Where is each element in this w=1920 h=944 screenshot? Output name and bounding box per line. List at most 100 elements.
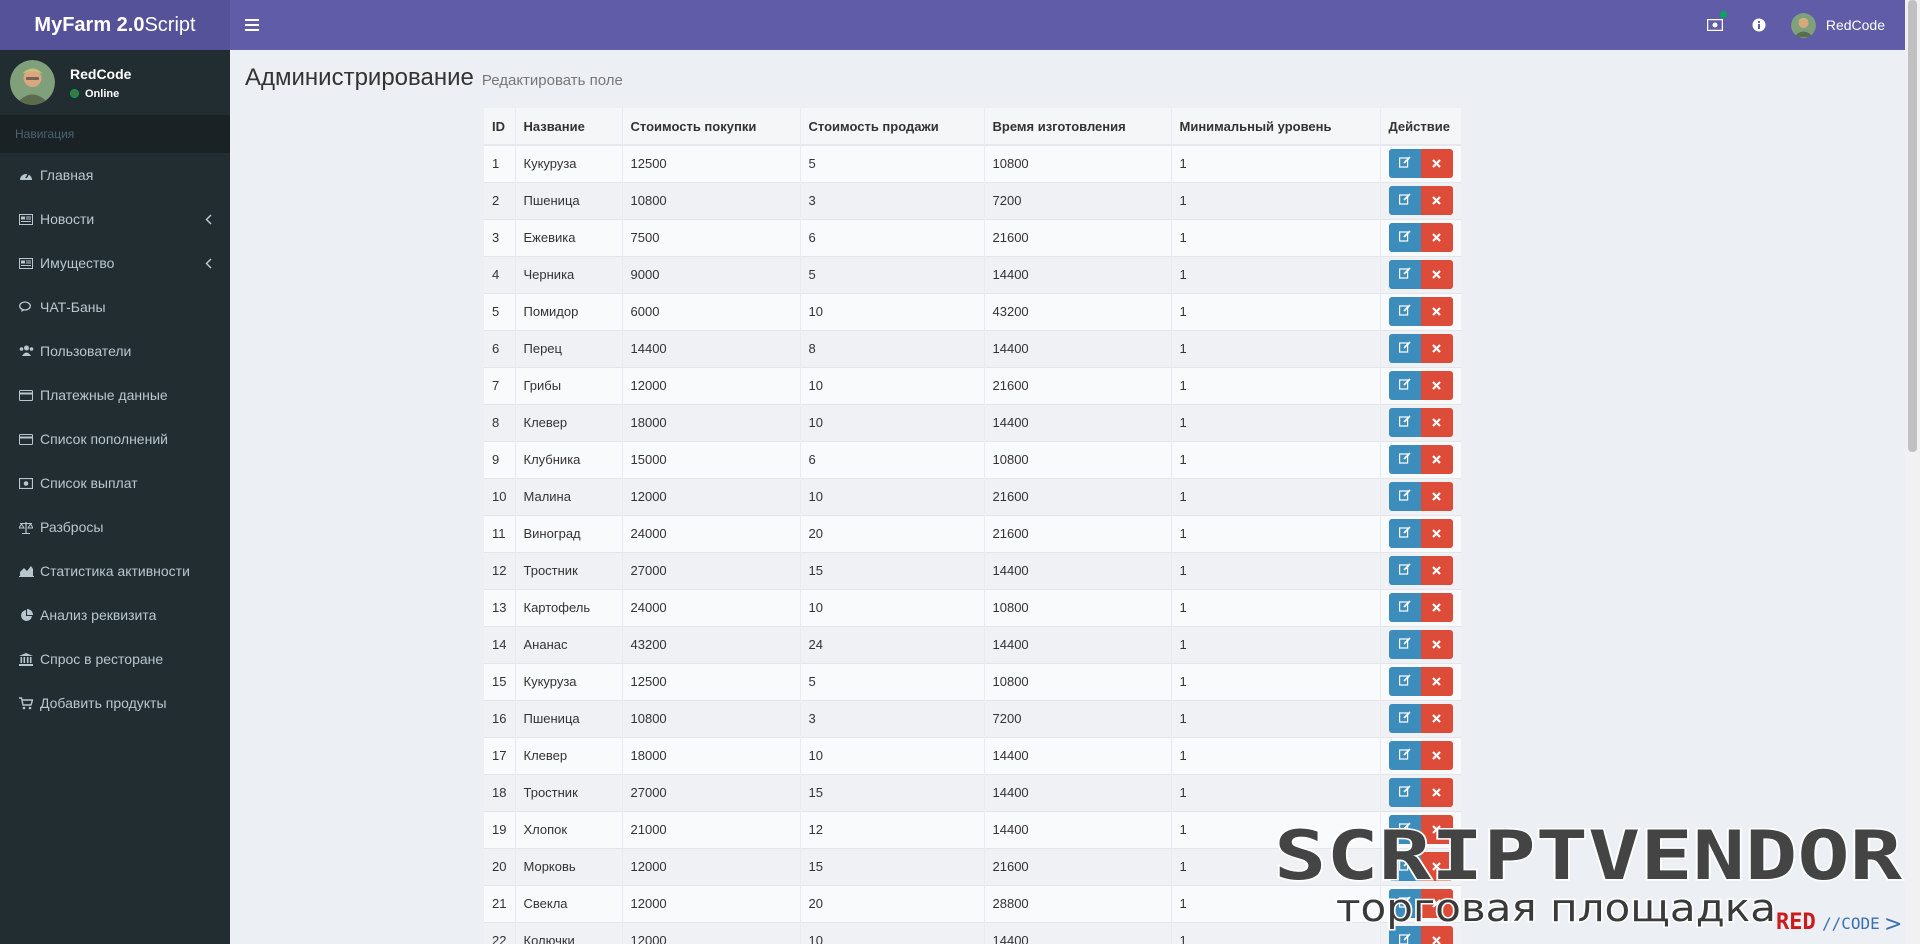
edit-button[interactable] <box>1388 815 1421 844</box>
delete-button[interactable] <box>1420 778 1453 807</box>
row-actions <box>1388 778 1453 807</box>
table-cell: 1 <box>1170 847 1380 885</box>
table-cell: 1 <box>1170 440 1380 478</box>
newspaper-icon <box>18 255 34 271</box>
table-cell: 10800 <box>983 440 1171 478</box>
delete-button[interactable] <box>1420 482 1453 511</box>
logo[interactable]: MyFarm 2.0 Script <box>0 0 230 50</box>
info-button[interactable] <box>1737 0 1781 50</box>
table-cell: 1 <box>1170 255 1380 293</box>
column-header-2: Стоимость покупки <box>621 108 800 146</box>
sidebar-item-5[interactable]: Платежные данные <box>0 373 230 417</box>
edit-button[interactable] <box>1388 630 1421 659</box>
sidebar-toggle-button[interactable] <box>230 0 274 50</box>
table-cell: Свекла <box>514 884 622 922</box>
close-icon <box>1432 378 1441 393</box>
edit-button[interactable] <box>1388 445 1421 474</box>
delete-button[interactable] <box>1420 408 1453 437</box>
scroll-thumb[interactable] <box>1908 0 1917 452</box>
money-notification-button[interactable] <box>1693 0 1737 50</box>
sidebar-item-2[interactable]: Имущество <box>0 241 230 285</box>
action-cell <box>1379 884 1461 922</box>
delete-button[interactable] <box>1420 149 1453 179</box>
sidebar-user-name: RedCode <box>70 65 132 82</box>
edit-button[interactable] <box>1388 778 1421 807</box>
delete-button[interactable] <box>1420 630 1453 659</box>
delete-button[interactable] <box>1420 815 1453 844</box>
table-cell: 10 <box>799 477 984 515</box>
sidebar-item-10[interactable]: Анализ реквизита <box>0 593 230 637</box>
row-actions <box>1388 297 1453 326</box>
delete-button[interactable] <box>1420 704 1453 733</box>
delete-button[interactable] <box>1420 186 1453 215</box>
edit-button[interactable] <box>1388 223 1421 252</box>
delete-button[interactable] <box>1420 667 1453 696</box>
close-icon <box>1432 933 1441 944</box>
sidebar-item-label: ЧАТ-Баны <box>40 299 106 315</box>
edit-button[interactable] <box>1388 408 1421 437</box>
sidebar-item-7[interactable]: Список выплат <box>0 461 230 505</box>
sidebar-item-8[interactable]: Разбросы <box>0 505 230 549</box>
edit-button[interactable] <box>1388 482 1421 511</box>
table-cell: 12500 <box>621 662 800 700</box>
delete-button[interactable] <box>1420 223 1453 252</box>
logo-light: Script <box>144 13 196 36</box>
user-status: Online <box>70 88 131 100</box>
row-actions <box>1388 519 1453 548</box>
delete-button[interactable] <box>1420 445 1453 474</box>
edit-button[interactable] <box>1388 297 1421 326</box>
close-icon <box>1432 711 1441 726</box>
edit-button[interactable] <box>1388 667 1421 696</box>
edit-icon <box>1398 896 1411 911</box>
table-cell: 1 <box>1170 662 1380 700</box>
edit-button[interactable] <box>1388 889 1421 918</box>
sidebar-item-3[interactable]: ЧАТ-Баны <box>0 285 230 329</box>
edit-button[interactable] <box>1388 593 1421 622</box>
edit-button[interactable] <box>1388 334 1421 363</box>
delete-button[interactable] <box>1420 297 1453 326</box>
table-cell: 7200 <box>983 181 1171 219</box>
table-cell: Виноград <box>514 514 622 552</box>
sidebar-item-1[interactable]: Новости <box>0 197 230 241</box>
close-icon <box>1432 341 1441 356</box>
delete-button[interactable] <box>1420 741 1453 770</box>
delete-button[interactable] <box>1420 593 1453 622</box>
sidebar-item-label: Новости <box>40 211 95 227</box>
sidebar-item-6[interactable]: Список пополнений <box>0 417 230 461</box>
edit-button[interactable] <box>1388 186 1421 215</box>
close-icon <box>1432 526 1441 541</box>
sidebar-item-9[interactable]: Статистика активности <box>0 549 230 593</box>
edit-button[interactable] <box>1388 371 1421 400</box>
delete-button[interactable] <box>1420 371 1453 400</box>
delete-button[interactable] <box>1420 260 1453 289</box>
page-scrollbar[interactable] <box>1905 0 1920 944</box>
edit-button[interactable] <box>1388 149 1421 179</box>
delete-button[interactable] <box>1420 556 1453 585</box>
action-cell <box>1379 440 1461 478</box>
sidebar-item-12[interactable]: Добавить продукты <box>0 681 230 725</box>
edit-button[interactable] <box>1388 260 1421 289</box>
sidebar-item-0[interactable]: Главная <box>0 153 230 197</box>
edit-button[interactable] <box>1388 926 1421 944</box>
delete-button[interactable] <box>1420 852 1453 881</box>
table-cell: 27000 <box>621 773 800 811</box>
table-cell: 5 <box>799 144 984 182</box>
sidebar-item-11[interactable]: Спрос в ресторане <box>0 637 230 681</box>
table-cell: 9 <box>484 440 515 478</box>
user-menu[interactable]: RedCode <box>1781 0 1895 50</box>
edit-icon <box>1398 452 1411 467</box>
edit-button[interactable] <box>1388 704 1421 733</box>
row-actions <box>1388 852 1453 881</box>
edit-button[interactable] <box>1388 556 1421 585</box>
delete-button[interactable] <box>1420 334 1453 363</box>
sidebar-item-4[interactable]: Пользователи <box>0 329 230 373</box>
edit-button[interactable] <box>1388 741 1421 770</box>
delete-button[interactable] <box>1420 926 1453 944</box>
delete-button[interactable] <box>1420 519 1453 548</box>
navbar-right: RedCode <box>1693 0 1895 50</box>
edit-button[interactable] <box>1388 852 1421 881</box>
content: Администрирование Редактировать поле ID Н… <box>230 50 1905 944</box>
delete-button[interactable] <box>1420 889 1453 918</box>
edit-button[interactable] <box>1388 519 1421 548</box>
dashboard-icon <box>18 167 34 183</box>
